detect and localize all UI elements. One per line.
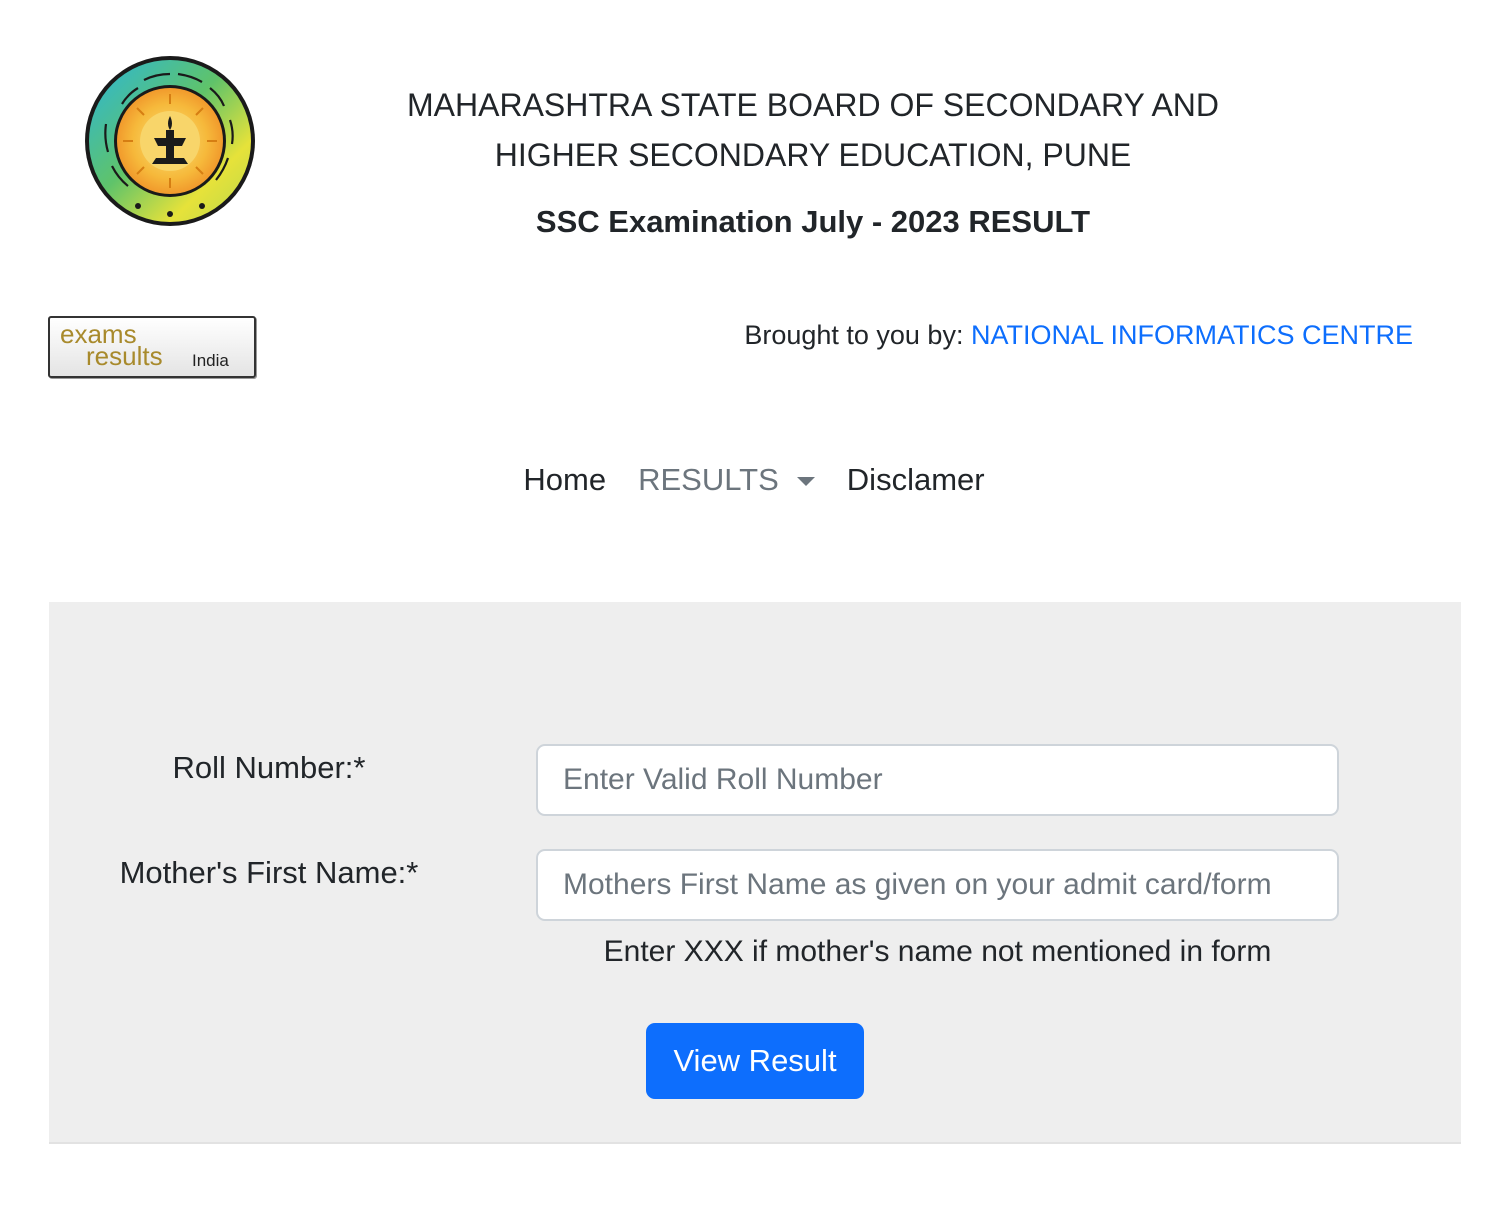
exams-logo-word-results: results <box>86 341 163 371</box>
main-nav: Home RESULTS Disclamer <box>0 462 1508 498</box>
credit-prefix: Brought to you by: <box>744 320 964 350</box>
nic-link[interactable]: NATIONAL INFORMATICS CENTRE <box>971 320 1413 350</box>
credit-line: Brought to you by: NATIONAL INFORMATICS … <box>744 320 1413 351</box>
exams-results-india-logo[interactable]: exams results India <box>48 316 256 378</box>
mother-name-label: Mother's First Name:* <box>119 855 419 890</box>
mother-name-input[interactable] <box>536 849 1339 921</box>
nav-home[interactable]: Home <box>507 462 622 498</box>
caret-down-icon <box>796 476 815 486</box>
result-form-panel: Roll Number:* Mother's First Name:* Ente… <box>49 602 1461 1144</box>
exam-title: SSC Examination July - 2023 RESULT <box>535 204 1091 239</box>
roll-number-input[interactable] <box>536 744 1339 816</box>
header-text: MAHARASHTRA STATE BOARD OF SECONDARY AND… <box>300 80 1326 240</box>
nav-results-dropdown[interactable]: RESULTS <box>622 462 831 498</box>
mother-name-hint: Enter XXX if mother's name not mentioned… <box>603 935 1272 968</box>
nav-results-label: RESULTS <box>638 462 779 497</box>
exams-logo-word-india: India <box>192 351 229 370</box>
board-name-line-1: MAHARASHTRA STATE BOARD OF SECONDARY AND <box>407 87 1219 123</box>
result-page: MAHARASHTRA STATE BOARD OF SECONDARY AND… <box>0 0 1508 1208</box>
view-result-button[interactable]: View Result <box>646 1023 864 1099</box>
nav-disclaimer[interactable]: Disclamer <box>831 462 1001 498</box>
board-name-line-2: HIGHER SECONDARY EDUCATION, PUNE <box>494 137 1132 173</box>
roll-number-label: Roll Number:* <box>172 750 366 785</box>
board-seal-logo <box>82 54 258 228</box>
